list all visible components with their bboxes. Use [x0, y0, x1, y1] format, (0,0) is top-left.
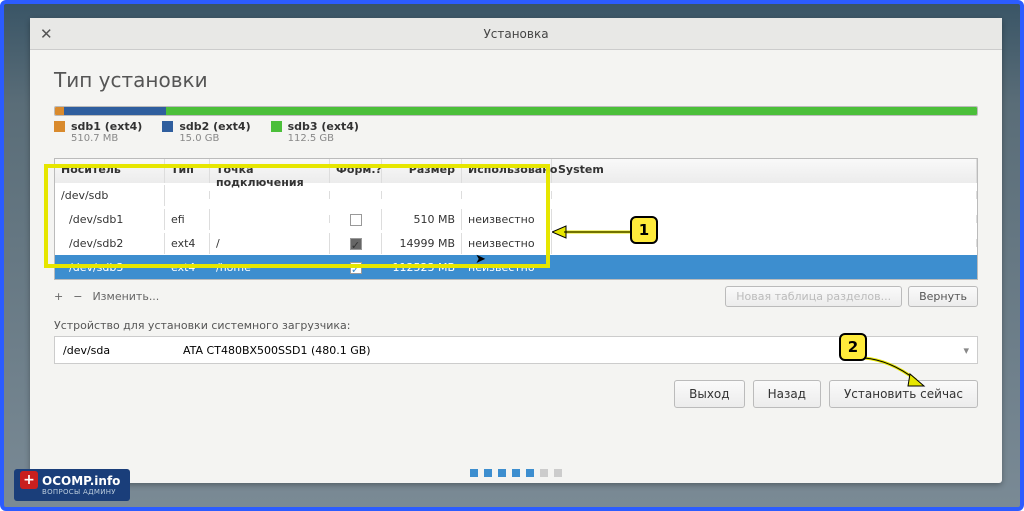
col-format: Форм.?	[330, 159, 382, 183]
annotation-badge-2: 2	[839, 333, 867, 361]
cell-size: 14999 MB	[382, 233, 462, 254]
cell-type: efi	[165, 209, 210, 230]
legend-swatch	[54, 121, 65, 132]
logo-text: OCOMP.info	[42, 474, 120, 488]
cell-mount: /	[210, 233, 330, 254]
quit-button[interactable]: Выход	[674, 380, 744, 408]
logo-subtext: ВОПРОСЫ АДМИНУ	[42, 488, 120, 496]
cell-device: /dev/sdb1	[55, 209, 165, 230]
back-button[interactable]: Назад	[753, 380, 821, 408]
col-device: Носитель	[55, 159, 165, 183]
remove-partition-button[interactable]: −	[73, 290, 82, 303]
footer-buttons: Выход Назад Установить сейчас	[54, 380, 978, 408]
chevron-down-icon: ▾	[963, 344, 969, 357]
table-row-selected[interactable]: /dev/sdb3 ext4 /home ✓ 112523 MB неизвес…	[55, 255, 977, 279]
legend-size: 510.7 MB	[71, 133, 142, 144]
cell-type: ext4	[165, 257, 210, 278]
cell-used: неизвестно	[462, 233, 552, 254]
format-checkbox[interactable]	[350, 214, 362, 226]
revert-button[interactable]: Вернуть	[908, 286, 978, 307]
annotation-badge-1: 1	[630, 216, 658, 244]
col-type: Тип	[165, 159, 210, 183]
cell-used: неизвестно	[462, 209, 552, 230]
partition-table[interactable]: Носитель Тип Точка подключения Форм.? Ра…	[54, 158, 978, 280]
table-row[interactable]: /dev/sdb2 ext4 / ✓ 14999 MB неизвестно	[55, 231, 977, 255]
table-header: Носитель Тип Точка подключения Форм.? Ра…	[55, 159, 977, 183]
legend-size: 112.5 GB	[288, 133, 359, 144]
cell-mount	[210, 215, 330, 223]
cell-device: /dev/sdb3	[55, 257, 165, 278]
titlebar: ✕ Установка	[30, 18, 1002, 50]
cell-size: 510 MB	[382, 209, 462, 230]
cell-mount: /home	[210, 257, 330, 278]
format-checkbox[interactable]: ✓	[350, 238, 362, 250]
window-title: Установка	[483, 27, 548, 41]
bootloader-label: Устройство для установки системного загр…	[54, 319, 978, 332]
partition-toolbar: + − Изменить... Новая таблица разделов..…	[54, 286, 978, 307]
cell-type: ext4	[165, 233, 210, 254]
cell-device: /dev/sdb2	[55, 233, 165, 254]
installer-window: ✕ Установка Тип установки sdb1 (ext4)510…	[30, 18, 1002, 483]
col-used: Использовано	[462, 159, 552, 183]
add-partition-button[interactable]: +	[54, 290, 63, 303]
table-row[interactable]: /dev/sdb1 efi 510 MB неизвестно	[55, 207, 977, 231]
legend-label: sdb2 (ext4)	[179, 120, 250, 133]
col-mount: Точка подключения	[210, 159, 330, 183]
disk-seg-sdb1	[55, 107, 64, 115]
cell-device: /dev/sdb	[55, 185, 165, 206]
legend-size: 15.0 GB	[179, 133, 250, 144]
col-size: Размер	[382, 159, 462, 183]
annotation-arrow-1	[552, 224, 632, 242]
legend-item: sdb3 (ext4)112.5 GB	[271, 120, 359, 144]
change-partition-button[interactable]: Изменить...	[92, 290, 159, 303]
step-indicator	[470, 469, 562, 477]
partition-legend: sdb1 (ext4)510.7 MB sdb2 (ext4)15.0 GB s…	[54, 120, 978, 144]
annotation-arrow-2	[860, 356, 930, 390]
disk-usage-bar	[54, 106, 978, 116]
legend-swatch	[271, 121, 282, 132]
legend-item: sdb2 (ext4)15.0 GB	[162, 120, 250, 144]
cell-size: 112523 MB	[382, 257, 462, 278]
format-checkbox[interactable]: ✓	[350, 262, 362, 274]
legend-label: sdb1 (ext4)	[71, 120, 142, 133]
site-logo: OCOMP.info ВОПРОСЫ АДМИНУ	[14, 469, 130, 501]
table-row[interactable]: /dev/sdb	[55, 183, 977, 207]
disk-seg-sdb3	[166, 107, 977, 115]
page-title: Тип установки	[54, 68, 978, 92]
legend-label: sdb3 (ext4)	[288, 120, 359, 133]
close-icon[interactable]: ✕	[40, 25, 53, 43]
legend-item: sdb1 (ext4)510.7 MB	[54, 120, 142, 144]
new-table-button[interactable]: Новая таблица разделов...	[725, 286, 902, 307]
cursor-icon: ➤	[475, 252, 486, 267]
disk-seg-sdb2	[64, 107, 165, 115]
bootloader-device: /dev/sda	[63, 344, 183, 357]
col-system: System	[552, 159, 977, 183]
legend-swatch	[162, 121, 173, 132]
